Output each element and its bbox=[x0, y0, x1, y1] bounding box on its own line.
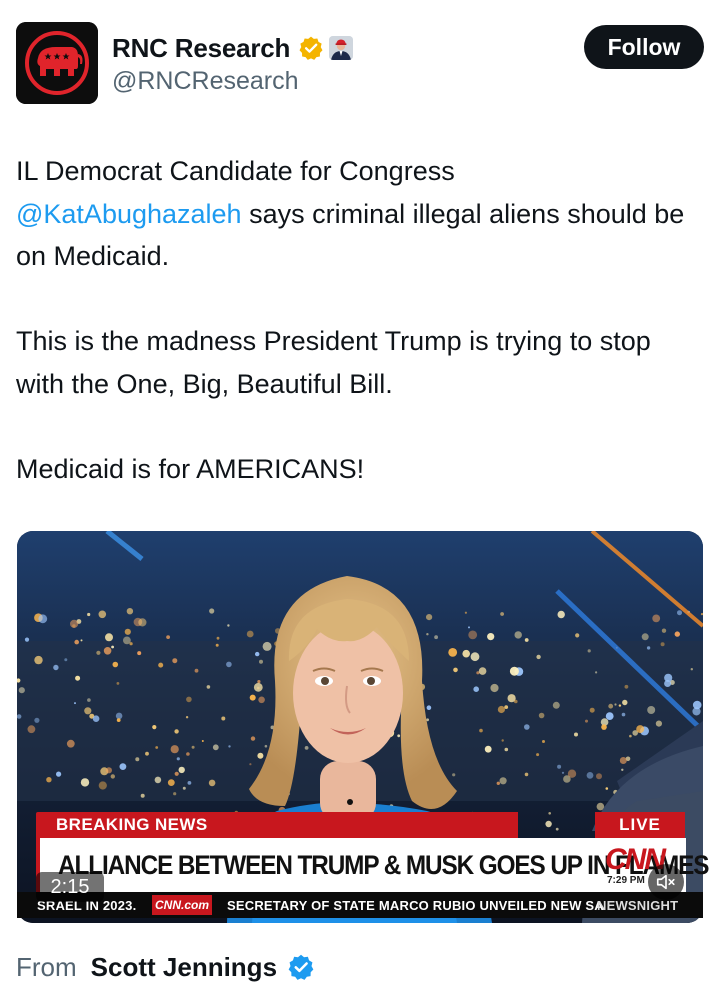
live-badge: LIVE bbox=[595, 812, 685, 838]
affiliate-portrait-icon[interactable] bbox=[329, 36, 354, 60]
tweet-paragraph-3: Medicaid is for AMERICANS! bbox=[16, 453, 365, 484]
from-label: From bbox=[16, 951, 77, 982]
author-handle[interactable]: @RNCResearch bbox=[112, 67, 353, 96]
tweet-text: IL Democrat Candidate for Congress @KatAb… bbox=[16, 150, 704, 490]
speaker-muted-icon bbox=[656, 874, 675, 890]
tweet-text-part: IL Democrat Candidate for Congress bbox=[16, 156, 455, 186]
tweet-paragraph-2: This is the madness President Trump is t… bbox=[16, 326, 651, 399]
ticker-text-main: SECRETARY OF STATE MARCO RUBIO UNVEILED … bbox=[227, 898, 604, 913]
breaking-news-bar: BREAKING NEWS bbox=[36, 812, 518, 838]
source-account-name[interactable]: Scott Jennings bbox=[91, 952, 277, 983]
elephant-logo-icon bbox=[16, 22, 98, 104]
mention-link[interactable]: @KatAbughazaleh bbox=[16, 199, 242, 229]
news-ticker: SRAEL IN 2023. CNN.com SECRETARY OF STAT… bbox=[17, 892, 703, 918]
chyron-time: 7:29 PM bbox=[607, 875, 645, 886]
follow-button[interactable]: Follow bbox=[584, 25, 704, 69]
video-source-attribution: From Scott Jennings bbox=[16, 948, 315, 986]
gold-check-icon[interactable] bbox=[298, 35, 324, 61]
video-duration: 2:15 bbox=[36, 872, 104, 902]
ticker-show-name: NEWSNIGHT bbox=[597, 898, 679, 913]
mute-button[interactable] bbox=[648, 864, 684, 900]
author-display-name[interactable]: RNC Research bbox=[112, 33, 290, 64]
blue-check-icon[interactable] bbox=[287, 953, 315, 981]
tweet-paragraph-1: IL Democrat Candidate for Congress @KatAb… bbox=[16, 150, 704, 278]
author-names: RNC Research @RNCResearch bbox=[112, 30, 354, 96]
display-name-row: RNC Research bbox=[112, 30, 354, 66]
ticker-site-badge: CNN.com bbox=[152, 895, 212, 915]
chyron-headline-box: ALLIANCE BETWEEN TRUMP & MUSK GOES UP IN… bbox=[36, 838, 709, 892]
tweet-header: RNC Research @RNCResearch Follow bbox=[16, 22, 704, 106]
author-avatar[interactable] bbox=[16, 22, 98, 104]
